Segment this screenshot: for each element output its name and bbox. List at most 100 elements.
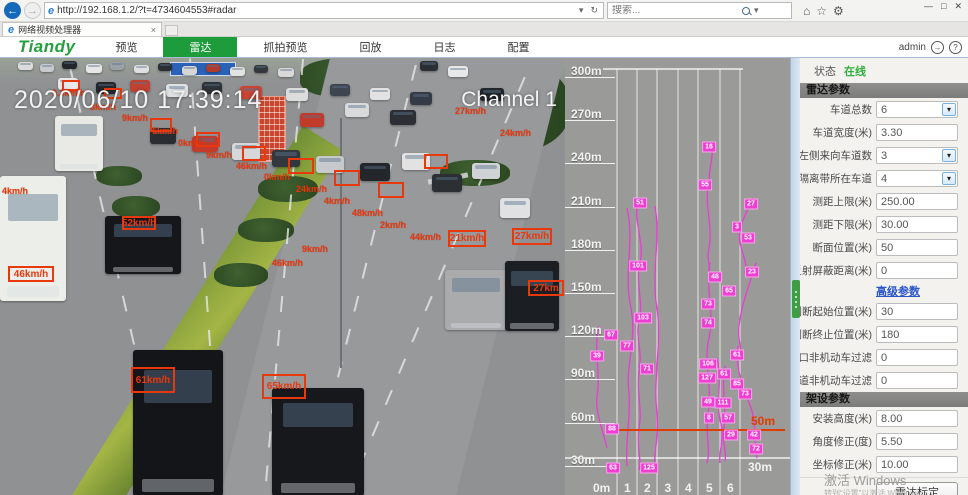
nav-item-配置[interactable]: 配置 bbox=[481, 37, 555, 57]
param-input-angle_correction[interactable]: 5.50 bbox=[876, 433, 958, 450]
median-bush bbox=[214, 263, 268, 287]
vehicle-windshield bbox=[504, 201, 527, 205]
detection-box: 65km/h bbox=[262, 374, 306, 399]
section-header: 架设参数 bbox=[800, 392, 968, 407]
detection-box bbox=[196, 132, 220, 147]
param-input-judge_end[interactable]: 180 bbox=[876, 326, 958, 343]
vehicle bbox=[330, 84, 350, 96]
vehicle bbox=[448, 66, 468, 77]
radar-target: 57 bbox=[721, 413, 735, 424]
minimize-icon[interactable]: — bbox=[924, 1, 933, 12]
tab-close-icon[interactable]: × bbox=[151, 25, 156, 35]
param-row-install_height: 安装高度(米)8.00 bbox=[800, 407, 968, 430]
vehicle bbox=[278, 68, 294, 77]
distance-tick bbox=[565, 207, 615, 208]
nav-item-雷达[interactable]: 雷达 bbox=[163, 37, 237, 57]
param-select-left_approach_lanes[interactable]: 3▾ bbox=[876, 147, 958, 164]
param-input-reflection_mask[interactable]: 0 bbox=[876, 262, 958, 279]
favorites-icon[interactable]: ☆ bbox=[816, 4, 827, 18]
vehicle-windshield bbox=[436, 177, 459, 181]
param-label-lane_count: 车道总数 bbox=[800, 102, 872, 117]
param-row-lane_count: 车道总数6▾ bbox=[800, 98, 968, 121]
status-label: 状态 bbox=[814, 63, 836, 79]
param-input-lane_nonmotor_filter[interactable]: 0 bbox=[876, 372, 958, 389]
radar-track bbox=[638, 368, 640, 470]
vehicle-windshield bbox=[42, 65, 53, 67]
radar-target: 103 bbox=[634, 313, 652, 324]
distance-label: 180m bbox=[571, 237, 602, 251]
lane-number: 2 bbox=[644, 481, 651, 495]
vehicle-windshield bbox=[450, 68, 465, 70]
param-select-lane_count[interactable]: 6▾ bbox=[876, 101, 958, 118]
brand-logo[interactable]: Tiandy bbox=[0, 37, 89, 57]
param-input-range_lower[interactable]: 30.00 bbox=[876, 216, 958, 233]
vehicle-windshield bbox=[160, 64, 171, 66]
chevron-down-icon[interactable]: ▾ bbox=[942, 172, 956, 185]
address-bar[interactable]: e http://192.168.1.2/?t=4734604553#radar… bbox=[44, 2, 604, 19]
param-value-install_height: 8.00 bbox=[881, 413, 902, 425]
param-input-lane_width[interactable]: 3.30 bbox=[876, 124, 958, 141]
param-value-lane_count: 6 bbox=[881, 104, 887, 116]
activate-windows-watermark: 激活 Windows bbox=[824, 470, 906, 489]
speed-tag: 9km/h bbox=[206, 150, 232, 160]
radar-target: 61 bbox=[717, 369, 731, 380]
help-icon[interactable]: ? bbox=[949, 41, 962, 54]
video-preview: 9.3km/h3km/h9km/h5km/h0km/h9km/h46km/h0k… bbox=[0, 58, 565, 495]
param-value-crossing_nonmotor_filter: 0 bbox=[881, 352, 887, 364]
status-badge: 在线 bbox=[844, 63, 866, 79]
url-text[interactable]: http://192.168.1.2/?t=4734604553#radar bbox=[57, 5, 574, 16]
vehicle-windshield bbox=[275, 152, 296, 156]
param-select-median_lane[interactable]: 4▾ bbox=[876, 170, 958, 187]
home-icon[interactable]: ⌂ bbox=[803, 4, 810, 18]
param-input-crossing_nonmotor_filter[interactable]: 0 bbox=[876, 349, 958, 366]
browser-tab[interactable]: e 网络视频处理器 × bbox=[2, 22, 162, 36]
detection-box bbox=[242, 146, 266, 161]
param-row-judge_start: 判断起始位置(米)30 bbox=[800, 300, 968, 323]
radar-target: 73 bbox=[701, 299, 715, 310]
radar-target: 65 bbox=[722, 286, 736, 297]
vehicle-windshield bbox=[372, 90, 387, 93]
param-input-install_height[interactable]: 8.00 bbox=[876, 410, 958, 427]
detection-box: 46km/h bbox=[8, 266, 54, 282]
new-tab-button[interactable] bbox=[165, 25, 178, 36]
radar-target: 27 bbox=[744, 199, 758, 210]
radar-target: 61 bbox=[730, 350, 744, 361]
pane-splitter bbox=[790, 58, 800, 495]
logout-icon[interactable]: → bbox=[931, 41, 944, 54]
vehicle-windshield bbox=[232, 68, 243, 70]
speed-tag: 0km/h bbox=[264, 172, 290, 182]
search-menu-icon[interactable]: ▾ bbox=[752, 5, 761, 16]
video-timestamp: 2020/06/10 17:39:14 bbox=[14, 86, 262, 115]
radar-target: 73 bbox=[738, 389, 752, 400]
maximize-icon[interactable]: □ bbox=[941, 1, 946, 12]
search-icon[interactable] bbox=[742, 7, 750, 15]
nav-item-预览[interactable]: 预览 bbox=[89, 37, 163, 57]
detection-box: 21km/h bbox=[448, 230, 486, 247]
param-label-reflection_mask: 反射屏蔽距离(米) bbox=[800, 263, 872, 278]
vehicle-windshield bbox=[303, 115, 321, 118]
nav-item-日志[interactable]: 日志 bbox=[407, 37, 481, 57]
close-icon[interactable]: ✕ bbox=[954, 1, 962, 12]
advanced-params-link[interactable]: 高级参数 bbox=[876, 283, 920, 299]
search-input[interactable] bbox=[612, 5, 742, 16]
chevron-down-icon[interactable]: ▾ bbox=[942, 149, 956, 162]
settings-icon[interactable]: ⚙ bbox=[833, 4, 844, 18]
param-input-judge_start[interactable]: 30 bbox=[876, 303, 958, 320]
vehicle-windshield bbox=[332, 86, 347, 89]
radar-target: 71 bbox=[640, 364, 654, 375]
tab-ie-icon: e bbox=[8, 24, 14, 36]
chevron-down-icon[interactable]: ▾ bbox=[942, 103, 956, 116]
search-box[interactable]: ▾ bbox=[607, 2, 792, 19]
param-input-section_position[interactable]: 50 bbox=[876, 239, 958, 256]
url-dropdown-icon[interactable]: ▾ bbox=[577, 5, 586, 16]
back-icon[interactable]: ← bbox=[4, 2, 21, 19]
nav-item-回放[interactable]: 回放 bbox=[333, 37, 407, 57]
param-label-lane_nonmotor_filter: 行车道非机动车过滤 bbox=[800, 373, 872, 388]
refresh-icon[interactable]: ↻ bbox=[588, 5, 600, 16]
nav-item-抓拍预览[interactable]: 抓拍预览 bbox=[237, 37, 333, 57]
vehicle-windshield bbox=[280, 69, 292, 71]
param-input-range_upper[interactable]: 250.00 bbox=[876, 193, 958, 210]
splitter-handle-icon[interactable] bbox=[792, 280, 800, 318]
forward-icon[interactable]: → bbox=[24, 2, 41, 19]
vehicle-windshield bbox=[475, 165, 496, 169]
